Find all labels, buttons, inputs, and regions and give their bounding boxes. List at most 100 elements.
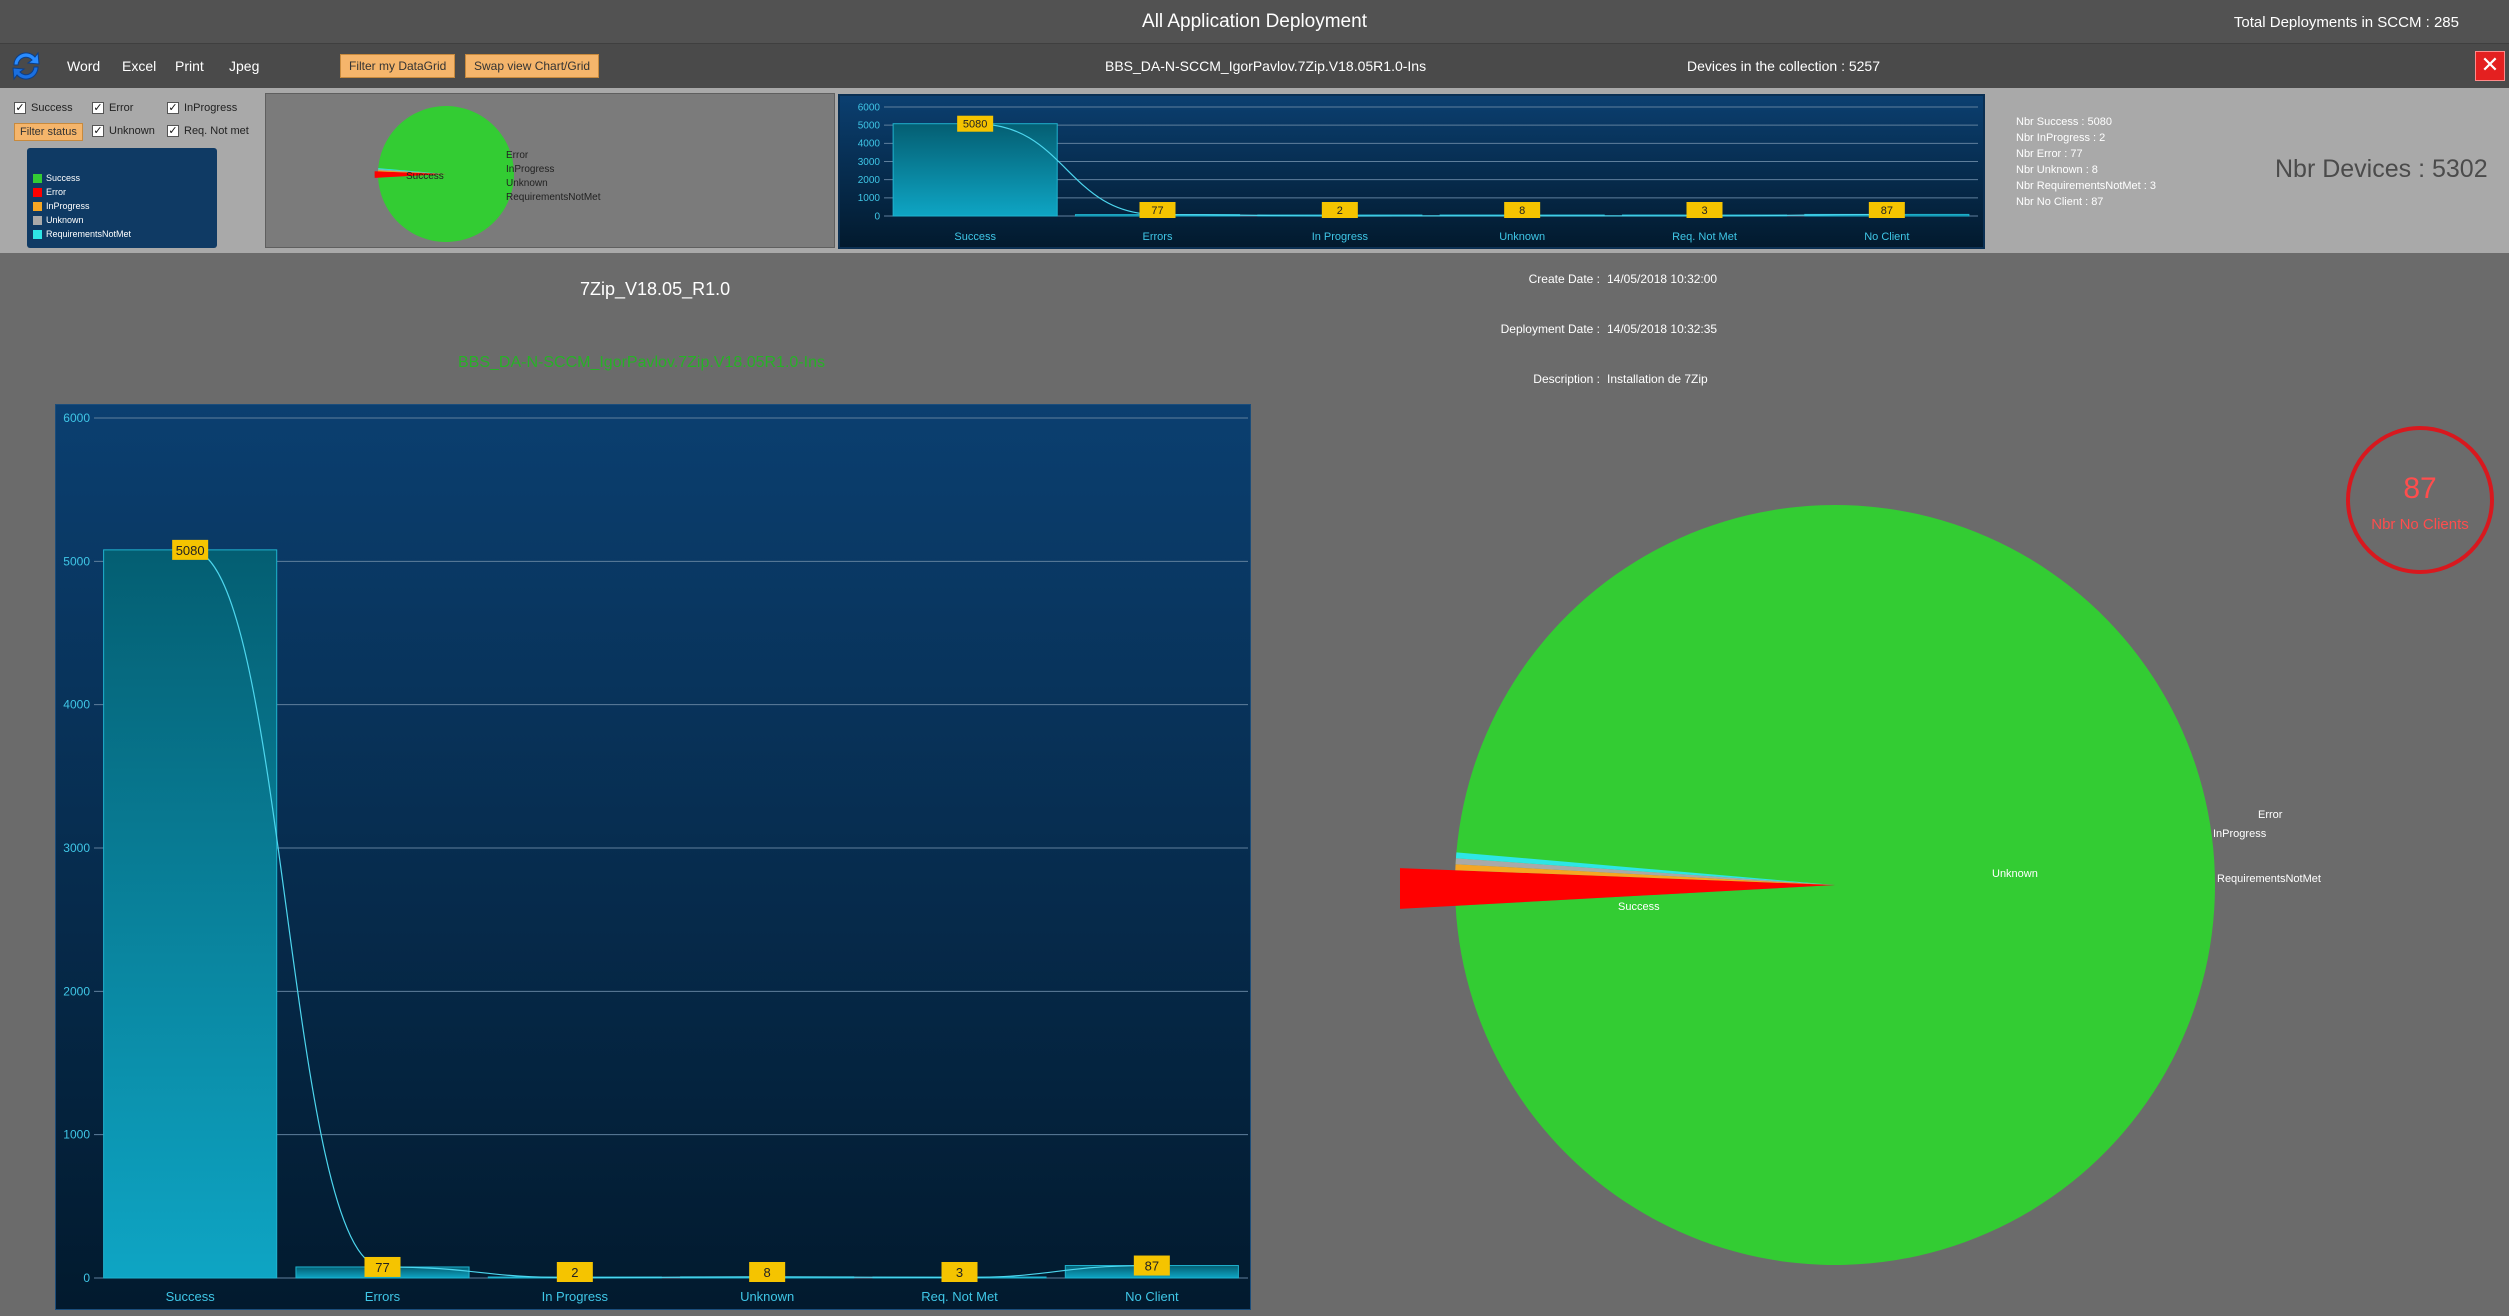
mini-bar-panel: 0 1000 2000 3000 4000 5000 6000 Success Errors In…: [838, 94, 1985, 249]
legend-error: Error: [33, 187, 66, 197]
pie-label-success: Success: [1618, 901, 1660, 913]
y-tick-label: 3000: [63, 841, 90, 855]
deployment-name: BBS_DA-N-SCCM_IgorPavlov.7Zip.V18.05R1.0…: [1105, 58, 1427, 74]
stat-unknown: Nbr Unknown : 8: [2016, 164, 2098, 176]
y-tick-label: 5000: [63, 554, 90, 568]
checkbox-success-mark[interactable]: ✓: [14, 102, 26, 114]
pie-label-requirementsnotmet: RequirementsNotMet: [506, 192, 601, 203]
stat-success: Nbr Success : 5080: [2016, 116, 2112, 128]
checkbox-reqnotmet-mark[interactable]: ✓: [167, 125, 179, 137]
y-tick-label: 5000: [858, 121, 881, 132]
legend-success-label: Success: [46, 173, 81, 183]
legend-success-swatch: [33, 173, 42, 183]
status-legend: Success Error InProgress Unknown Require…: [27, 148, 217, 248]
checkbox-error-mark[interactable]: ✓: [92, 102, 104, 114]
data-label-errors: 77: [375, 1260, 389, 1275]
close-button[interactable]: ✕: [2475, 51, 2505, 81]
x-tick-label-in-progress: In Progress: [542, 1289, 609, 1304]
title-bar: All Application Deployment Total Deploym…: [0, 0, 2509, 44]
y-tick-label: 6000: [63, 411, 90, 425]
bar-success: [892, 123, 1058, 217]
filter-status-button[interactable]: Filter status: [14, 123, 83, 141]
menu-word[interactable]: Word: [67, 58, 100, 74]
main-bar-chart: 0 1000 2000 3000 4000 5000 6000 Success Errors In…: [56, 405, 1250, 1309]
mini-pie-chart: Success Error InProgress Unknown Requirement…: [374, 105, 601, 242]
y-tick-label: 1000: [63, 1128, 90, 1142]
total-deployments: Total Deployments in SCCM : 285: [2233, 14, 2459, 31]
legend-unknown-swatch: [33, 215, 42, 225]
menu-print[interactable]: Print: [175, 58, 204, 74]
y-tick-label: 2000: [63, 984, 90, 998]
checkbox-error-label: Error: [109, 102, 134, 114]
deployment-date-label: Deployment Date :: [1500, 322, 1600, 336]
pie-label-requirementsnotmet: RequirementsNotMet: [2217, 873, 2321, 885]
stat-error: Nbr Error : 77: [2016, 148, 2083, 160]
x-tick-label-unknown: Unknown: [740, 1289, 794, 1304]
data-label-no-client: 87: [1881, 205, 1893, 217]
data-label-no-client: 87: [1145, 1259, 1159, 1274]
checkbox-inprogress[interactable]: ✓ InProgress: [167, 102, 237, 114]
legend-inprogress-swatch: [33, 201, 42, 211]
legend-inprogress-label: InProgress: [46, 201, 90, 211]
no-clients-badge: 87 Nbr No Clients: [2346, 426, 2494, 574]
y-tick-label: 3000: [858, 157, 881, 168]
data-label-req-not-met: 3: [956, 1265, 963, 1280]
stats-list: Nbr Success : 5080 Nbr InProgress : 2 Nb…: [2016, 114, 2156, 210]
mini-pie-panel: Success Error InProgress Unknown Requirement…: [265, 93, 835, 248]
x-tick-label-success: Success: [954, 231, 996, 243]
data-label-req-not-met: 3: [1701, 205, 1707, 217]
refresh-icon[interactable]: [8, 48, 44, 84]
data-label-success: 5080: [176, 543, 205, 558]
legend-unknown-label: Unknown: [46, 215, 84, 225]
legend-error-label: Error: [46, 187, 66, 197]
pie-label-inprogress: InProgress: [506, 164, 554, 175]
x-tick-label-success: Success: [166, 1289, 216, 1304]
menu-jpeg[interactable]: Jpeg: [229, 58, 259, 74]
checkbox-inprogress-mark[interactable]: ✓: [167, 102, 179, 114]
x-tick-label-unknown: Unknown: [1499, 231, 1545, 243]
checkbox-error[interactable]: ✓ Error: [92, 102, 133, 114]
summary-band: ✓ Success ✓ Error ✓ InProgress Filter statu…: [0, 88, 2509, 253]
description-value: Installation de 7Zip: [1607, 372, 1708, 386]
checkbox-unknown[interactable]: ✓ Unknown: [92, 125, 155, 137]
x-tick-label-no-client: No Client: [1864, 231, 1909, 243]
legend-inprogress: InProgress: [33, 201, 90, 211]
x-tick-label-req-not-met: Req. Not Met: [921, 1289, 998, 1304]
filter-datagrid-button[interactable]: Filter my DataGrid: [340, 54, 456, 78]
no-clients-label: Nbr No Clients: [2371, 516, 2469, 533]
checkbox-reqnotmet[interactable]: ✓ Req. Not met: [167, 125, 249, 137]
legend-reqnotmet-swatch: [33, 229, 42, 239]
checkbox-unknown-mark[interactable]: ✓: [92, 125, 104, 137]
y-tick-label: 0: [874, 211, 880, 222]
no-clients-value: 87: [2403, 472, 2437, 505]
y-tick-label: 4000: [858, 139, 881, 150]
create-date-label: Create Date :: [1528, 272, 1600, 286]
stat-inprogress: Nbr InProgress : 2: [2016, 132, 2106, 144]
swap-view-button[interactable]: Swap view Chart/Grid: [465, 54, 600, 78]
create-date-value: 14/05/2018 10:32:00: [1607, 272, 1718, 286]
legend-unknown: Unknown: [33, 215, 84, 225]
x-tick-label-errors: Errors: [1143, 231, 1173, 243]
description-label: Description :: [1533, 372, 1600, 386]
x-tick-label-errors: Errors: [365, 1289, 401, 1304]
legend-reqnotmet-label: RequirementsNotMet: [46, 229, 132, 239]
x-tick-label-no-client: No Client: [1125, 1289, 1179, 1304]
checkbox-success[interactable]: ✓ Success: [14, 102, 73, 114]
data-label-in-progress: 2: [1337, 205, 1343, 217]
app-window: All Application Deployment Total Deploym…: [0, 0, 2509, 1316]
data-label-unknown: 8: [764, 1265, 771, 1280]
x-tick-label-req-not-met: Req. Not Met: [1672, 231, 1737, 243]
stat-noclient: Nbr No Client : 87: [2016, 196, 2104, 208]
y-tick-label: 2000: [858, 175, 881, 186]
legend-success: Success: [33, 173, 80, 183]
main-bar-chart-panel: 0 1000 2000 3000 4000 5000 6000 Success Errors In…: [55, 404, 1251, 1310]
y-tick-label: 1000: [858, 193, 881, 204]
nbr-devices: Nbr Devices : 5302: [2275, 155, 2488, 183]
toolbar: Word Excel Print Jpeg Filter my DataGrid…: [0, 44, 2509, 88]
y-tick-label: 6000: [858, 102, 881, 113]
window-title: All Application Deployment: [1142, 11, 1367, 32]
pie-label-unknown: Unknown: [506, 178, 548, 189]
devices-in-collection: Devices in the collection : 5257: [1687, 58, 1880, 74]
menu-excel[interactable]: Excel: [122, 58, 156, 74]
deployment-subtitle: BBS_DA-N-SCCM_IgorPavlov.7Zip.V18.05R1.0…: [458, 354, 825, 371]
